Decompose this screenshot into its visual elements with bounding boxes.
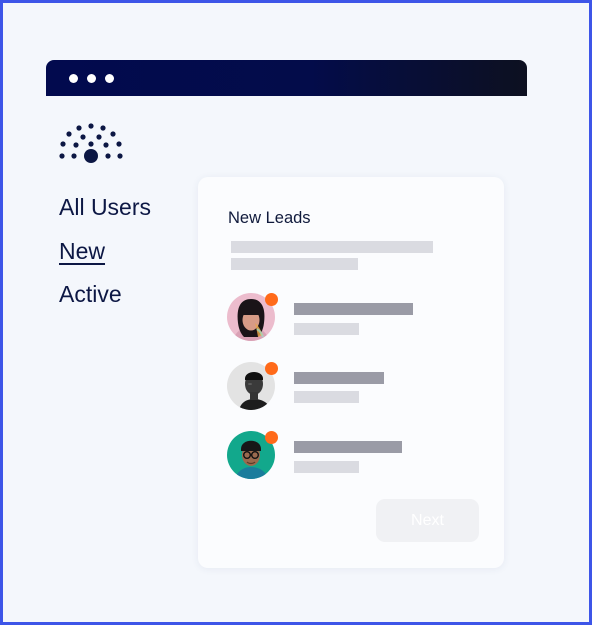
card-title: New Leads bbox=[228, 209, 311, 227]
window-titlebar bbox=[46, 60, 527, 96]
avatar[interactable] bbox=[227, 362, 278, 412]
status-badge bbox=[265, 362, 278, 375]
window-dot-icon bbox=[105, 74, 114, 83]
app-frame: All Users New Active New Leads Next bbox=[0, 0, 592, 625]
status-badge bbox=[265, 293, 278, 306]
avatar[interactable] bbox=[227, 293, 278, 343]
sidebar-item-new[interactable]: New bbox=[59, 238, 105, 265]
status-badge bbox=[265, 431, 278, 444]
sidebar-item-active[interactable]: Active bbox=[59, 281, 122, 308]
lead-detail-placeholder bbox=[294, 391, 359, 403]
lead-name-placeholder bbox=[294, 303, 413, 315]
lead-name-placeholder bbox=[294, 372, 384, 384]
avatar[interactable] bbox=[227, 431, 278, 481]
sidebar-item-all-users[interactable]: All Users bbox=[59, 194, 151, 221]
lead-name-placeholder bbox=[294, 441, 402, 453]
window-dot-icon bbox=[69, 74, 78, 83]
window-dot-icon bbox=[87, 74, 96, 83]
lead-detail-placeholder bbox=[294, 323, 359, 335]
description-placeholder-line bbox=[231, 258, 358, 270]
description-placeholder-line bbox=[231, 241, 433, 253]
new-leads-card: New Leads Next bbox=[198, 177, 504, 568]
brand-logo-icon bbox=[59, 123, 123, 163]
lead-detail-placeholder bbox=[294, 461, 359, 473]
next-button[interactable]: Next bbox=[376, 499, 479, 542]
